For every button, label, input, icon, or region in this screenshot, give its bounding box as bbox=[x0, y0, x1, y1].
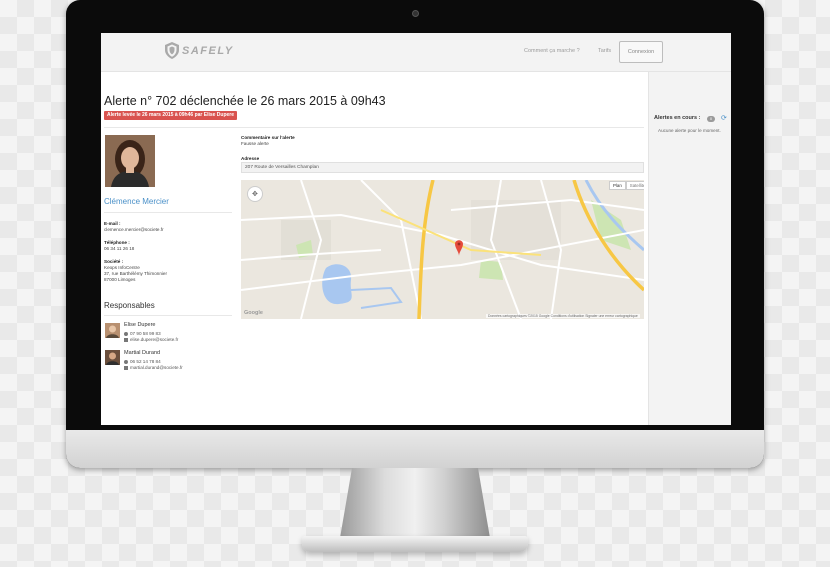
logo[interactable]: SAFELY bbox=[165, 42, 234, 59]
sidebar-title: Alertes en cours : bbox=[654, 115, 701, 121]
contact-email[interactable]: clemence.mercier@societe.fr bbox=[104, 227, 164, 233]
responsable-phone: 06 52 14 78 84 bbox=[124, 359, 161, 364]
map[interactable]: ✥ Plan Satellite Google Données cartogra… bbox=[241, 180, 644, 319]
webcam bbox=[412, 10, 419, 17]
empty-alerts-text: Aucune alerte pour le moment. bbox=[658, 128, 721, 133]
monitor-chin bbox=[66, 430, 764, 468]
map-pan-control[interactable]: ✥ bbox=[247, 186, 263, 202]
navbar: SAFELY Comment ça marche ? Tarifs Connex… bbox=[101, 33, 731, 72]
page-title: Alerte n° 702 déclenchée le 26 mars 2015… bbox=[104, 94, 386, 108]
divider bbox=[104, 315, 232, 316]
company-city: 87000 Limoges bbox=[104, 277, 136, 282]
comment-text: Fausse alerte bbox=[241, 141, 269, 146]
screen: SAFELY Comment ça marche ? Tarifs Connex… bbox=[101, 33, 731, 425]
pan-icon: ✥ bbox=[252, 191, 258, 198]
contact-name[interactable]: Clémence Mercier bbox=[104, 197, 169, 206]
divider bbox=[104, 212, 232, 213]
alerts-sidebar: Alertes en cours : 0 ⟳ Aucune alerte pou… bbox=[648, 72, 731, 425]
avatar bbox=[105, 350, 120, 365]
map-attribution: Données cartographiques ©2015 Google Con… bbox=[486, 314, 640, 318]
shield-icon bbox=[165, 42, 179, 59]
responsable-name[interactable]: Elise Dupere bbox=[124, 322, 156, 328]
responsable-email[interactable]: elise.dupere@societe.fr bbox=[124, 337, 178, 342]
status-badge: Alerte levée le 26 mars 2015 à 09h46 par… bbox=[104, 111, 238, 120]
address-field: 207 Route de Versailles Champlan bbox=[241, 162, 644, 173]
responsable-name[interactable]: Martial Durand bbox=[124, 350, 160, 356]
google-logo: Google bbox=[244, 310, 263, 316]
responsable-email[interactable]: martial.durand@societe.fr bbox=[124, 365, 183, 370]
responsable-email-text: martial.durand@societe.fr bbox=[130, 365, 183, 370]
map-type-satellite[interactable]: Satellite bbox=[625, 181, 644, 190]
phone-icon bbox=[124, 331, 128, 336]
monitor-stand bbox=[340, 468, 490, 538]
nav-link-how-it-works[interactable]: Comment ça marche ? bbox=[524, 48, 580, 54]
responsable-phone-text: 07 90 58 99 83 bbox=[130, 331, 161, 336]
phone-icon bbox=[124, 359, 128, 364]
responsable-phone: 07 90 58 99 83 bbox=[124, 331, 161, 336]
avatar bbox=[105, 323, 120, 338]
responsable-email-text: elise.dupere@societe.fr bbox=[130, 337, 179, 342]
monitor-base bbox=[302, 536, 528, 552]
avatar bbox=[105, 135, 155, 187]
responsables-title: Responsables bbox=[104, 301, 155, 310]
envelope-icon bbox=[124, 365, 128, 370]
login-button[interactable]: Connexion bbox=[619, 41, 663, 63]
refresh-icon[interactable]: ⟳ bbox=[721, 114, 727, 122]
divider bbox=[104, 127, 644, 128]
map-type-plan[interactable]: Plan bbox=[609, 181, 626, 190]
logo-text: SAFELY bbox=[182, 44, 234, 57]
envelope-icon bbox=[124, 337, 128, 342]
map-type-control: Plan Satellite bbox=[609, 181, 644, 190]
main-content: Alerte n° 702 déclenchée le 26 mars 2015… bbox=[101, 72, 648, 425]
nav-link-pricing[interactable]: Tarifs bbox=[598, 48, 611, 54]
contact-phone: 06 34 11 26 18 bbox=[104, 246, 135, 251]
map-tiles bbox=[241, 180, 644, 319]
responsable-phone-text: 06 52 14 78 84 bbox=[130, 359, 161, 364]
alerts-count-badge: 0 bbox=[707, 116, 715, 122]
